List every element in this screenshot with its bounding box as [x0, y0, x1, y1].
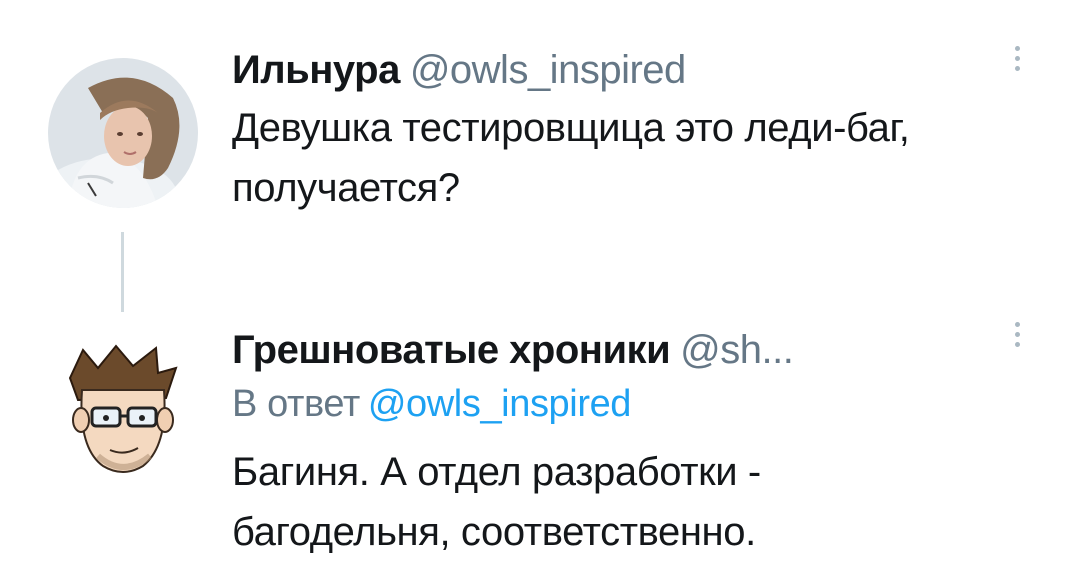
author-name[interactable]: Грешноватые хроники	[232, 328, 671, 372]
cartoon-avatar-icon	[48, 338, 198, 488]
tweet-header: Грешноватые хроники @sh...	[232, 326, 794, 374]
avatar[interactable]	[48, 58, 198, 208]
author-handle[interactable]: @sh...	[680, 328, 794, 372]
tweet-2[interactable]: Грешноватые хроники @sh... В ответ @owls_i…	[0, 300, 1080, 573]
avatar[interactable]	[48, 338, 198, 488]
user-avatar-photo-icon	[48, 58, 198, 208]
tweet-text-line: Девушка тестировщица это леди-баг,	[232, 106, 910, 150]
tweet-text-line: багодельня, соответственно.	[232, 510, 756, 554]
tweet-text: Багиня. А отдел разработки - багодельня,…	[232, 442, 761, 562]
reply-prefix: В ответ	[232, 383, 360, 425]
more-vertical-icon[interactable]	[1012, 46, 1022, 71]
tweet-text-line: получается?	[232, 166, 460, 210]
author-handle[interactable]: @owls_inspired	[410, 48, 686, 92]
tweet-text: Девушка тестировщица это леди-баг, получ…	[232, 98, 910, 218]
more-vertical-icon[interactable]	[1012, 322, 1022, 347]
tweet-header: Ильнура @owls_inspired	[232, 46, 686, 94]
author-name[interactable]: Ильнура	[232, 48, 400, 92]
reply-to-line: В ответ @owls_inspired	[232, 380, 631, 428]
tweet-1[interactable]: Ильнура @owls_inspired Девушка тестировщи…	[0, 0, 1080, 300]
tweet-text-line: Багиня. А отдел разработки -	[232, 450, 761, 494]
reply-mention-link[interactable]: @owls_inspired	[368, 383, 632, 425]
